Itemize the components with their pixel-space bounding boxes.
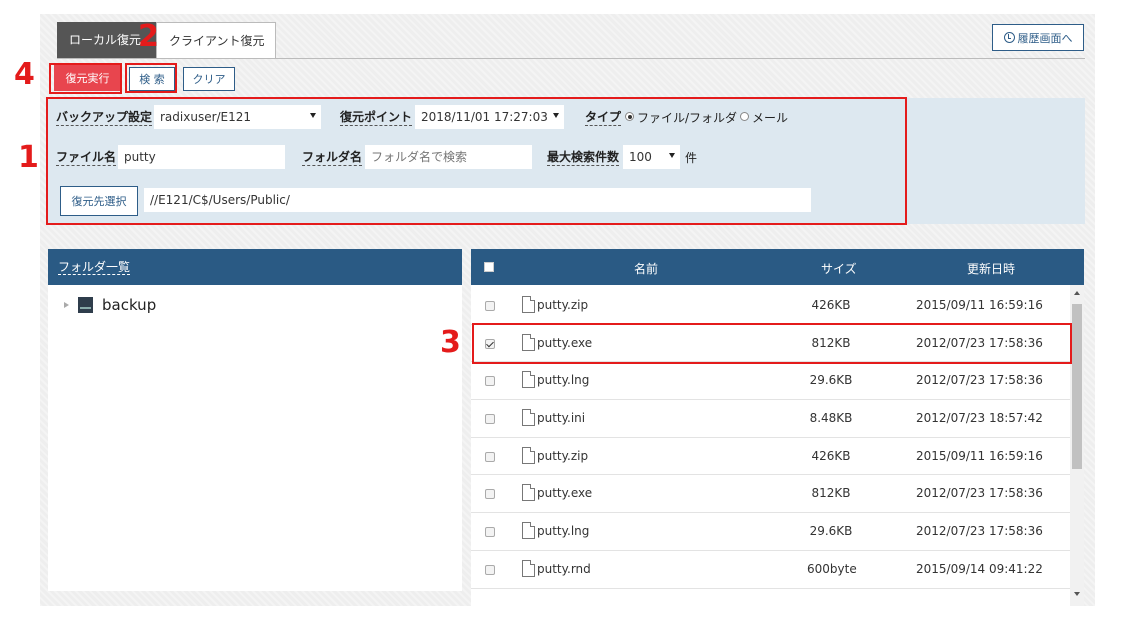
- callout-box-1: [46, 97, 907, 225]
- file-name: putty.lng: [537, 373, 590, 388]
- file-size: 29.6KB: [809, 524, 853, 539]
- row-checkbox[interactable]: [485, 301, 495, 311]
- file-date: 2015/09/14 09:41:22: [916, 561, 1043, 576]
- file-name: putty.lng: [537, 524, 590, 539]
- file-size: 426KB: [811, 298, 851, 312]
- callout-number-3: 3: [440, 325, 461, 360]
- row-checkbox[interactable]: [485, 414, 495, 425]
- folder-panel-header: フォルダ一覧: [48, 249, 462, 285]
- file-size: 426KB: [811, 448, 851, 463]
- folder-panel-title: フォルダ一覧: [58, 259, 131, 275]
- scrollbar-thumb[interactable]: [1072, 304, 1082, 469]
- scroll-up-icon[interactable]: [1074, 291, 1080, 295]
- file-date: 2012/07/23 17:58:36: [916, 524, 1043, 539]
- file-list-panel: 名前 サイズ 更新日時 putty.zip 426KB 2015/09/11 16:…: [471, 249, 1084, 606]
- table-row[interactable]: putty.zip 426KB 2015/09/11 16:59:16: [471, 438, 1070, 476]
- file-icon: [522, 409, 535, 427]
- clock-icon: [1003, 32, 1015, 43]
- tab-divider: [57, 58, 1085, 59]
- row-checkbox[interactable]: [485, 527, 495, 538]
- file-name: putty.exe: [537, 486, 593, 501]
- file-name: putty.zip: [537, 448, 589, 463]
- file-date: 2012/07/23 18:57:42: [916, 411, 1043, 426]
- folder-panel: フォルダ一覧 backup: [48, 249, 462, 591]
- callout-box-4: [49, 63, 122, 94]
- caret-right-icon[interactable]: [64, 302, 69, 308]
- scroll-down-icon[interactable]: [1074, 592, 1080, 596]
- file-icon: [522, 484, 535, 502]
- file-size: 812KB: [811, 486, 851, 501]
- file-date: 2012/07/23 17:58:36: [916, 486, 1043, 501]
- file-list-scrollbar[interactable]: [1070, 285, 1084, 606]
- column-name[interactable]: 名前: [634, 260, 658, 277]
- file-list-header: 名前 サイズ 更新日時: [471, 249, 1084, 285]
- file-name: putty.zip: [537, 298, 589, 312]
- file-size: 8.48KB: [809, 411, 853, 426]
- history-button[interactable]: 履歴画面へ: [992, 24, 1084, 51]
- callout-number-2: 2: [138, 19, 159, 54]
- row-checkbox[interactable]: [485, 376, 495, 387]
- column-size[interactable]: サイズ: [821, 260, 857, 277]
- file-name: putty.rnd: [537, 561, 591, 576]
- row-checkbox[interactable]: [485, 564, 495, 575]
- select-all-checkbox[interactable]: [484, 262, 494, 272]
- file-size: 29.6KB: [809, 373, 853, 388]
- tab-client-restore[interactable]: クライアント復元: [156, 22, 276, 58]
- table-row[interactable]: putty.lng 29.6KB 2012/07/23 17:58:36: [471, 362, 1070, 401]
- table-row[interactable]: putty.rnd 600byte 2015/09/14 09:41:22: [471, 551, 1070, 589]
- table-row[interactable]: putty.lng 29.6KB 2012/07/23 17:58:36: [471, 513, 1070, 551]
- table-row[interactable]: putty.exe 812KB 2012/07/23 17:58:36: [471, 475, 1070, 514]
- clear-button[interactable]: クリア: [183, 67, 235, 91]
- callout-number-1: 1: [18, 140, 39, 175]
- table-row[interactable]: putty.zip 426KB 2015/09/11 16:59:16: [471, 287, 1070, 325]
- column-date[interactable]: 更新日時: [967, 260, 1015, 277]
- file-icon: [522, 296, 535, 313]
- file-icon: [522, 522, 535, 540]
- server-icon: [78, 297, 93, 313]
- file-name: putty.ini: [537, 411, 586, 426]
- file-icon: [522, 371, 535, 389]
- tree-item-label: backup: [102, 296, 157, 314]
- row-checkbox[interactable]: [485, 489, 495, 500]
- file-icon: [522, 559, 535, 577]
- callout-number-4: 4: [14, 57, 35, 92]
- callout-box-3: [472, 323, 1072, 364]
- table-row[interactable]: putty.ini 8.48KB 2012/07/23 18:57:42: [471, 400, 1070, 438]
- callout-box-2: [125, 63, 177, 93]
- tree-item-backup[interactable]: backup: [64, 296, 156, 314]
- history-button-label: 履歴画面へ: [1017, 31, 1073, 45]
- file-size: 600byte: [807, 561, 857, 576]
- file-date: 2015/09/11 16:59:16: [916, 448, 1043, 463]
- file-date: 2012/07/23 17:58:36: [916, 373, 1043, 388]
- file-date: 2015/09/11 16:59:16: [916, 298, 1043, 312]
- row-checkbox[interactable]: [485, 451, 495, 462]
- file-icon: [522, 446, 535, 464]
